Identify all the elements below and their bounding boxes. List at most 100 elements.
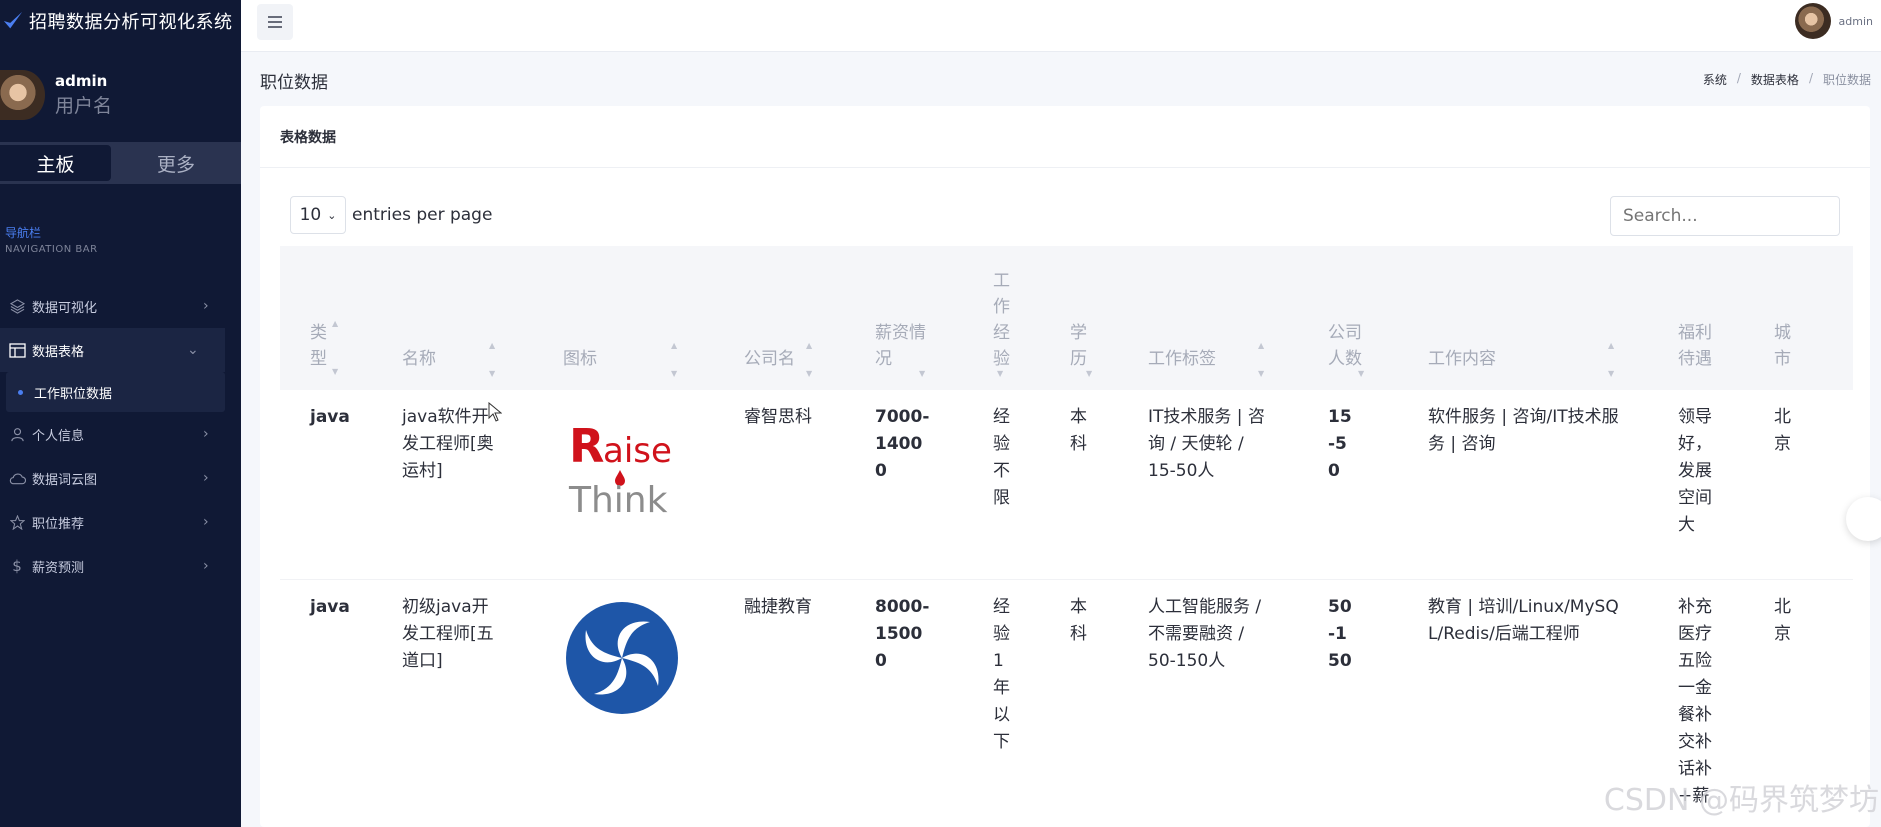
user-name: admin [55, 72, 108, 90]
cell-name: java软件开发工程师[奥运村] [402, 407, 494, 481]
breadcrumb-separator: / [1736, 71, 1741, 85]
column-header-company[interactable]: 公司名 ▲ ▼ [744, 342, 819, 378]
cell-experience: 经验不限 [993, 407, 1010, 508]
cell-experience: 经验1年以下 [993, 597, 1010, 752]
sort-icon: ▼ [489, 369, 496, 378]
search-input[interactable] [1610, 196, 1840, 236]
sort-icon: ▲ [1258, 341, 1265, 350]
cell-education: 本科 [1070, 597, 1087, 644]
svg-text:R: R [569, 420, 604, 473]
entries-label: entries per page [352, 205, 493, 225]
sort-icon: ▼ [1358, 369, 1365, 378]
nav-heading: 导航栏 NAVIGATION BAR [5, 224, 98, 255]
breadcrumb: 系统 / 数据表格 / 职位数据 [1703, 71, 1871, 88]
avatar[interactable] [0, 70, 45, 120]
sort-icon: ▼ [1608, 369, 1615, 378]
sidebar-item-profile[interactable]: 个人信息 › [0, 412, 241, 456]
column-header-label: 公司名 [744, 349, 795, 369]
cell-company: 睿智思科 [744, 407, 812, 427]
column-header-content[interactable]: 工作内容 ▲ ▼ [1428, 342, 1614, 378]
nav-heading-cn: 导航栏 [5, 226, 42, 240]
sort-icon: ▲ [671, 341, 678, 350]
user-role: 用户名 [55, 95, 113, 117]
watermark: CSDN @码界筑梦坊 [1603, 783, 1879, 818]
cell-name: 初级java开发工程师[五道口] [402, 597, 494, 671]
table-icon [8, 341, 26, 359]
chevron-right-icon: › [203, 426, 209, 442]
topbar-user[interactable]: admin [1794, 3, 1873, 39]
svg-text:aise: aise [603, 431, 672, 471]
cell-welfare: 领导好，发展空间大 [1678, 407, 1712, 535]
column-header-label: 公司人数 [1328, 323, 1362, 369]
table-row[interactable]: java java软件开发工程师[奥运村] R aise Think 睿智思科 … [280, 390, 1853, 580]
sidebar-item-salary-predict[interactable]: $ 薪资预测 › [0, 544, 241, 588]
entries-per-page-select[interactable]: 10 ⌄ [290, 196, 346, 234]
card-title: 表格数据 [260, 106, 1870, 168]
sort-icon: ▼ [1086, 369, 1093, 378]
bullet-icon [18, 389, 23, 395]
column-header-label: 工作内容 [1428, 349, 1496, 369]
cell-education: 本科 [1070, 407, 1087, 454]
hamburger-icon [268, 16, 282, 28]
tab-more[interactable]: 更多 [111, 145, 241, 181]
table-card: 表格数据 10 ⌄ entries per page 类型 ▲ ▼ 名称 ▲ ▼… [260, 106, 1881, 827]
tab-main[interactable]: 主板 [0, 145, 111, 181]
column-header-logo[interactable]: 图标 ▲ ▼ [563, 342, 683, 378]
sort-icon: ▲ [489, 341, 496, 350]
dollar-icon: $ [12, 557, 22, 575]
column-header-label: 薪资情况 [875, 323, 926, 369]
cell-salary: 7000-14000 [875, 407, 930, 481]
column-header-label: 城市 [1774, 323, 1791, 369]
sidebar-item-job-recommend[interactable]: 职位推荐 › [0, 500, 241, 544]
cell-content: 软件服务 | 咨询/IT技术服务 | 咨询 [1428, 407, 1619, 454]
column-header-tags[interactable]: 工作标签 ▲ ▼ [1148, 342, 1278, 378]
cell-company: 融捷教育 [744, 597, 812, 617]
sort-icon: ▼ [806, 369, 813, 378]
column-header-education[interactable]: 学历 ▼ [1070, 320, 1092, 378]
column-header-label: 类型 [310, 323, 327, 369]
chevron-down-icon: ⌄ [327, 208, 337, 222]
breadcrumb-separator: / [1808, 71, 1813, 85]
sort-icon: ▲ [1608, 341, 1615, 350]
sidebar-item-label: 个人信息 [32, 428, 85, 444]
cell-tags: 人工智能服务 / 不需要融资 / 50-150人 [1148, 597, 1262, 671]
nav-heading-en: NAVIGATION BAR [5, 244, 98, 255]
breadcrumb-item-current: 职位数据 [1822, 73, 1871, 87]
column-header-salary[interactable]: 薪资情况 ▼ [875, 320, 930, 378]
sidebar-tabs: 主板 更多 [0, 142, 241, 184]
sort-icon: ▼ [919, 369, 926, 378]
breadcrumb-item-data-table[interactable]: 数据表格 [1751, 71, 1799, 88]
brand[interactable]: 招聘数据分析可视化系统 [0, 0, 241, 42]
topbar-user-name: admin [1838, 14, 1873, 28]
column-header-label: 福利待遇 [1678, 323, 1712, 369]
sidebar-item-label: 薪资预测 [32, 560, 85, 576]
sidebar-subitem-job-data[interactable]: 工作职位数据 [6, 372, 225, 412]
user-icon [8, 425, 26, 443]
sidebar-item-label: 数据词云图 [32, 472, 98, 488]
sidebar-item-label: 数据表格 [32, 344, 85, 360]
chevron-right-icon: › [203, 558, 209, 574]
cell-salary: 8000-15000 [875, 597, 930, 671]
sort-icon: ▲ [806, 341, 813, 350]
column-header-welfare[interactable]: 福利待遇 [1678, 320, 1718, 372]
page-title: 职位数据 [260, 73, 328, 93]
sidebar-subitem-label: 工作职位数据 [34, 386, 113, 402]
column-header-size[interactable]: 公司人数 ▼ [1328, 320, 1368, 378]
star-icon [8, 513, 26, 531]
sidebar-item-data-visualization[interactable]: 数据可视化 › [0, 284, 241, 328]
sidebar-item-wordcloud[interactable]: 数据词云图 › [0, 456, 241, 500]
column-header-name[interactable]: 名称 ▲ ▼ [402, 342, 497, 378]
column-header-city[interactable]: 城市 [1774, 320, 1794, 372]
column-header-experience[interactable]: 工作经验 ▼ [993, 268, 1013, 378]
jobs-table: 类型 ▲ ▼ 名称 ▲ ▼ 图标 ▲ ▼ 公司名 ▲ ▼ 薪资情况 ▼ 工作经验… [280, 246, 1853, 810]
cloud-icon [8, 469, 26, 487]
sort-icon: ▼ [1258, 369, 1265, 378]
menu-toggle-button[interactable] [257, 4, 293, 40]
sidebar-item-data-table[interactable]: 数据表格 ⌄ [0, 328, 225, 372]
cell-size: 50-150 [1328, 597, 1352, 671]
column-header-type[interactable]: 类型 ▲ ▼ [310, 320, 340, 376]
cell-city: 北京 [1774, 407, 1791, 454]
topbar-avatar[interactable] [1794, 3, 1831, 39]
breadcrumb-item-system[interactable]: 系统 [1703, 71, 1727, 88]
sidebar-user: admin 用户名 [0, 70, 112, 120]
